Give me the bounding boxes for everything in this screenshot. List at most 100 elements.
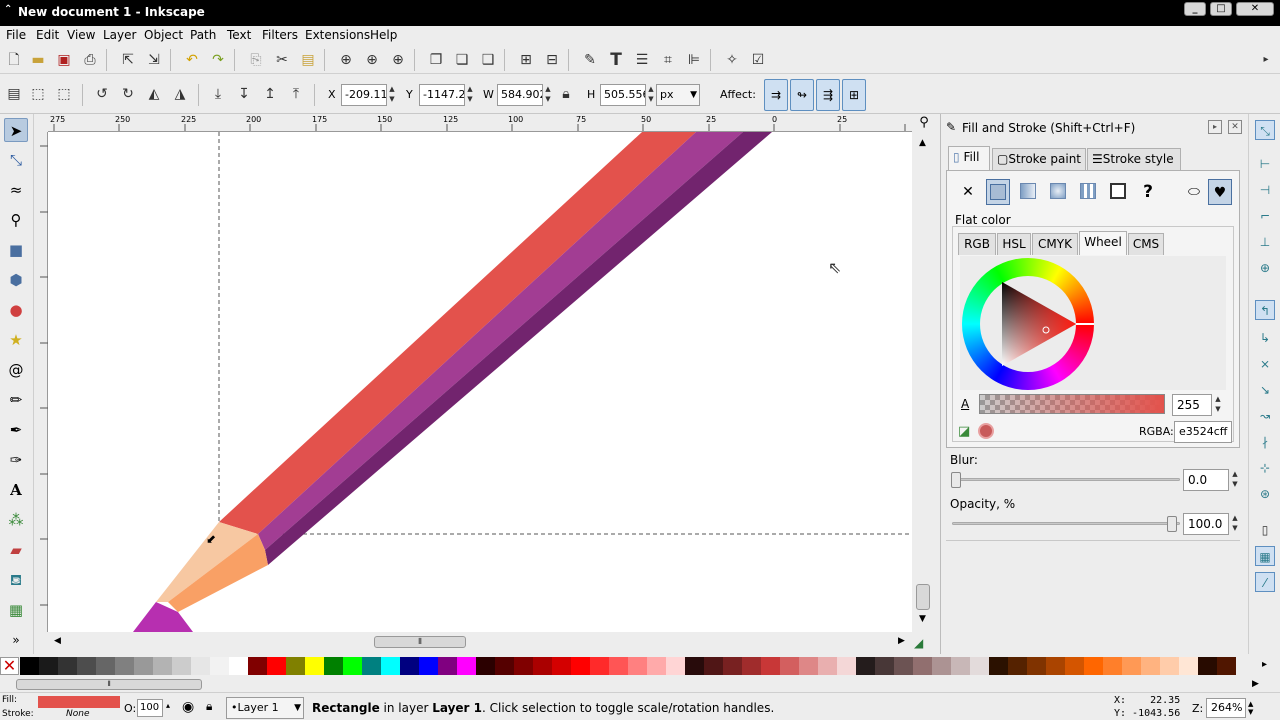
export-icon[interactable]: ⇲ bbox=[144, 50, 164, 70]
opacity-slider-thumb[interactable] bbox=[1167, 516, 1177, 532]
spiral-tool-icon[interactable]: @ bbox=[4, 358, 28, 382]
minimize-button[interactable]: _ bbox=[1184, 2, 1206, 16]
height-input[interactable]: 505.556 bbox=[600, 84, 646, 106]
palette-swatch[interactable] bbox=[1122, 657, 1141, 675]
snap-rotation-center-icon[interactable]: ⊛ bbox=[1255, 484, 1275, 504]
snap-enable-icon[interactable]: ⤡ bbox=[1255, 120, 1275, 140]
snap-nodes-icon[interactable]: ↰ bbox=[1255, 300, 1275, 320]
palette-swatch[interactable] bbox=[1065, 657, 1084, 675]
tab-cmyk[interactable]: CMYK bbox=[1032, 233, 1078, 255]
zoom-input[interactable]: 264% bbox=[1206, 698, 1246, 718]
snap-midpoint-icon[interactable]: ∤ bbox=[1255, 432, 1275, 452]
pencil-artwork[interactable] bbox=[48, 132, 912, 632]
paste-icon[interactable]: ▤ bbox=[298, 50, 318, 70]
rgba-input[interactable]: e3524cff bbox=[1174, 421, 1232, 443]
zoom-page-icon[interactable]: ⊕ bbox=[388, 50, 408, 70]
affect-rounded-corners-button[interactable]: ↬ bbox=[790, 79, 814, 111]
palette-swatch[interactable] bbox=[571, 657, 590, 675]
palette-swatch[interactable] bbox=[533, 657, 552, 675]
snap-guide-icon[interactable]: ⁄ bbox=[1255, 572, 1275, 592]
layer-lock-icon[interactable]: 🔒︎ bbox=[206, 699, 212, 714]
palette-swatch[interactable] bbox=[1217, 657, 1236, 675]
lower-icon[interactable]: ↧ bbox=[234, 84, 254, 104]
palette-swatch[interactable] bbox=[495, 657, 514, 675]
open-folder-icon[interactable]: ▬ bbox=[28, 50, 48, 70]
new-document-icon[interactable]: 🗋 bbox=[4, 50, 24, 70]
dialog-iconify-button[interactable]: ▸ bbox=[1208, 120, 1222, 134]
menu-text[interactable]: Text bbox=[227, 28, 251, 42]
snap-grid-icon[interactable]: ▦ bbox=[1255, 546, 1275, 566]
palette-swatch[interactable] bbox=[970, 657, 989, 675]
palette-swatch[interactable] bbox=[191, 657, 210, 675]
opacity-input[interactable]: 100.0 bbox=[1183, 513, 1229, 535]
menu-help[interactable]: Help bbox=[370, 28, 397, 42]
palette-swatch[interactable] bbox=[647, 657, 666, 675]
palette-scroll-thumb[interactable]: ⦀ bbox=[16, 679, 202, 690]
blur-slider-track[interactable] bbox=[952, 478, 1180, 481]
menu-edit[interactable]: Edit bbox=[36, 28, 59, 42]
palette-menu-icon[interactable]: ▸ bbox=[1262, 659, 1267, 670]
redo-icon[interactable]: ↷ bbox=[208, 50, 228, 70]
snap-bbox-midpoint-icon[interactable]: ⊥ bbox=[1255, 232, 1275, 252]
palette-swatch[interactable] bbox=[362, 657, 381, 675]
palette-swatch[interactable] bbox=[628, 657, 647, 675]
y-input[interactable]: -1147.26 bbox=[419, 84, 465, 106]
palette-swatch[interactable] bbox=[989, 657, 1008, 675]
drawing-canvas[interactable]: ⬋ ⇖ bbox=[48, 132, 912, 632]
star-tool-icon[interactable]: ★ bbox=[4, 328, 28, 352]
fill-rule-evenodd-button[interactable]: ⬭ bbox=[1182, 179, 1206, 205]
palette-swatch[interactable] bbox=[229, 657, 248, 675]
palette-swatch[interactable] bbox=[723, 657, 742, 675]
snap-page-border-icon[interactable]: ▯ bbox=[1255, 520, 1275, 540]
preferences-icon[interactable]: ✧ bbox=[722, 50, 742, 70]
palette-swatch[interactable] bbox=[514, 657, 533, 675]
text-font-icon[interactable]: T bbox=[606, 50, 626, 70]
width-spinner[interactable]: ▲ ▼ bbox=[543, 84, 553, 106]
snap-bbox-icon[interactable]: ⊢ bbox=[1255, 154, 1275, 174]
palette-swatch[interactable] bbox=[115, 657, 134, 675]
menu-layer[interactable]: Layer bbox=[103, 28, 136, 42]
xml-editor-icon[interactable]: ⌗ bbox=[658, 50, 678, 70]
palette-swatch[interactable] bbox=[96, 657, 115, 675]
palette-swatch[interactable] bbox=[552, 657, 571, 675]
palette-swatch[interactable] bbox=[324, 657, 343, 675]
menu-extensions[interactable]: Extensions bbox=[305, 28, 370, 42]
deselect-icon[interactable]: ⬚ bbox=[54, 84, 74, 104]
document-properties-icon[interactable]: ☑ bbox=[748, 50, 768, 70]
duplicate-icon[interactable]: ❐ bbox=[426, 50, 446, 70]
linear-gradient-button[interactable] bbox=[1016, 179, 1040, 205]
snap-intersection-icon[interactable]: ⨯ bbox=[1255, 354, 1275, 374]
alpha-slider[interactable] bbox=[979, 394, 1165, 414]
x-input[interactable]: -209.118 bbox=[341, 84, 387, 106]
palette-swatch[interactable] bbox=[39, 657, 58, 675]
cut-icon[interactable]: ✂ bbox=[272, 50, 292, 70]
palette-swatch[interactable] bbox=[400, 657, 419, 675]
pencil-tool-icon[interactable]: ✏ bbox=[4, 388, 28, 412]
unset-paint-button[interactable]: ? bbox=[1136, 179, 1160, 205]
menu-object[interactable]: Object bbox=[144, 28, 183, 42]
align-distribute-icon[interactable]: ⊫ bbox=[684, 50, 704, 70]
select-all-layers-icon[interactable]: ⬚ bbox=[28, 84, 48, 104]
palette-swatch[interactable] bbox=[799, 657, 818, 675]
tab-rgb[interactable]: RGB bbox=[958, 233, 996, 255]
fill-stroke-icon[interactable]: ✎ bbox=[580, 50, 600, 70]
palette-swatch[interactable] bbox=[20, 657, 39, 675]
current-layer-select[interactable]: •Layer 1 ▼ bbox=[226, 697, 304, 719]
palette-swatch[interactable] bbox=[1084, 657, 1103, 675]
vertical-scroll-thumb[interactable] bbox=[916, 584, 930, 610]
tab-fill[interactable]: ▯ Fill bbox=[948, 146, 990, 170]
palette-swatch[interactable] bbox=[761, 657, 780, 675]
palette-swatch[interactable] bbox=[913, 657, 932, 675]
affect-patterns-button[interactable]: ⊞ bbox=[842, 79, 866, 111]
layer-visibility-eye-icon[interactable]: ◉ bbox=[182, 699, 194, 715]
palette-swatch[interactable] bbox=[286, 657, 305, 675]
pencil-red-face[interactable] bbox=[219, 132, 696, 534]
select-all-icon[interactable]: ▤ bbox=[4, 84, 24, 104]
palette-swatch[interactable] bbox=[58, 657, 77, 675]
width-input[interactable]: 584.902 bbox=[497, 84, 543, 106]
spray-tool-icon[interactable]: ⁂ bbox=[4, 508, 28, 532]
palette-swatch[interactable] bbox=[685, 657, 704, 675]
palette-swatch[interactable] bbox=[704, 657, 723, 675]
snap-bbox-edge-icon[interactable]: ⊣ bbox=[1255, 180, 1275, 200]
group-icon[interactable]: ⊞ bbox=[516, 50, 536, 70]
